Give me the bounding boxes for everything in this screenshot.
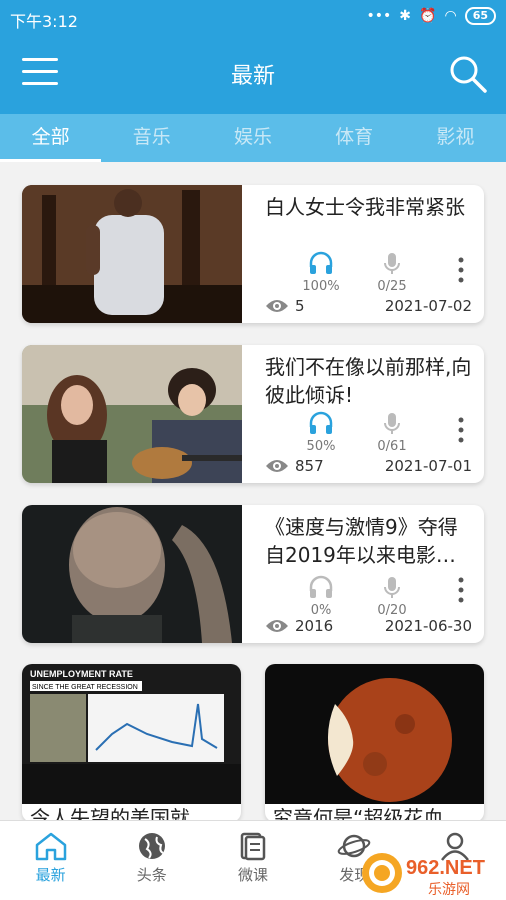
listen-progress: 50% (291, 411, 351, 454)
mic-count: 0/20 (377, 603, 407, 618)
more-options-icon[interactable] (458, 417, 464, 443)
card-date: 2021-06-30 (384, 617, 472, 635)
status-icons: ••• ✱ ⏰ ◠ 65 (367, 7, 496, 25)
nav-headlines[interactable]: 头条 (101, 821, 202, 900)
video-thumbnail[interactable] (22, 505, 242, 643)
more-options-icon[interactable] (458, 257, 464, 283)
category-tabs: 全部 音乐 娱乐 体育 影视 (0, 114, 506, 162)
mic-count: 0/25 (377, 279, 407, 294)
bluetooth-icon: ✱ (399, 8, 412, 24)
microphone-icon (384, 413, 400, 434)
eye-icon (266, 620, 288, 632)
svg-text:962.NET: 962.NET (406, 857, 485, 879)
alarm-icon: ⏰ (419, 8, 437, 24)
views-number: 2016 (295, 617, 334, 635)
status-time: 下午3:12 (10, 12, 78, 31)
more-options-icon[interactable] (458, 577, 464, 603)
listen-progress: 100% (291, 251, 351, 294)
microphone-icon (384, 577, 400, 598)
search-icon[interactable] (448, 54, 488, 94)
views-number: 857 (295, 457, 324, 475)
status-bar: 下午3:12 ••• ✱ ⏰ ◠ 65 (0, 0, 506, 36)
dots-icon: ••• (366, 8, 392, 24)
grid-card[interactable]: 究竟何是“超级花血 (265, 664, 484, 822)
card-title: 《速度与激情9》夺得自2019年以来电影… (265, 515, 458, 567)
card-date: 2021-07-01 (384, 457, 472, 475)
views-number: 5 (295, 297, 305, 315)
listen-percent: 100% (302, 279, 340, 294)
nav-label: 最新 (35, 866, 66, 884)
tab-movies[interactable]: 影视 (405, 114, 506, 162)
mic-count: 0/61 (377, 439, 407, 454)
globe-icon (138, 833, 165, 859)
view-count: 2016 (265, 617, 333, 635)
thumb-chart-caption: UNEMPLOYMENT RATE (30, 669, 133, 679)
view-count: 5 (265, 297, 305, 315)
listen-percent: 50% (306, 439, 336, 454)
eye-icon (266, 460, 288, 472)
grid-title: 令人失望的美国就 (30, 806, 190, 822)
grid-card[interactable]: UNEMPLOYMENT RATE SINCE THE GREAT RECESS… (22, 664, 241, 822)
home-icon (35, 832, 66, 861)
grid-thumbnail[interactable]: UNEMPLOYMENT RATE SINCE THE GREAT RECESS… (22, 664, 241, 804)
mic-progress: 0/61 (362, 411, 422, 454)
battery-icon: 65 (464, 7, 496, 25)
wifi-icon: ◠ (444, 8, 457, 24)
mic-progress: 0/20 (362, 575, 422, 618)
nav-microlesson[interactable]: 微课 (202, 821, 303, 900)
microphone-icon (384, 253, 400, 274)
nav-label: 头条 (136, 866, 167, 884)
video-thumbnail[interactable] (22, 185, 242, 323)
card-date: 2021-07-02 (384, 297, 472, 315)
tab-all[interactable]: 全部 (0, 114, 102, 162)
thumb-chart-subcaption: SINCE THE GREAT RECESSION (32, 684, 138, 691)
tab-sports[interactable]: 体育 (304, 114, 405, 162)
tab-entertainment[interactable]: 娱乐 (202, 114, 303, 162)
video-card[interactable]: 《速度与激情9》夺得自2019年以来电影… 0% 0/20 2016 2021-… (22, 505, 484, 643)
card-title: 白人女士令我非常紧张 (265, 195, 465, 219)
nav-latest[interactable]: 最新 (0, 821, 101, 900)
grid-title: 究竟何是“超级花血 (273, 806, 444, 822)
video-card[interactable]: 我们不在像以前那样,向彼此倾诉! 50% 0/61 857 2021-07-01 (22, 345, 484, 483)
video-thumbnail[interactable] (22, 345, 242, 483)
watermark-logo: 962.NET 乐游网 (362, 853, 485, 898)
headphones-icon (309, 575, 333, 598)
headphones-icon (309, 411, 333, 434)
listen-progress: 0% (291, 575, 351, 618)
nav-label: 微课 (238, 866, 269, 884)
eye-icon (266, 300, 288, 312)
tab-music[interactable]: 音乐 (101, 114, 202, 162)
svg-text:乐游网: 乐游网 (428, 882, 470, 898)
mic-progress: 0/25 (362, 251, 422, 294)
page-title: 最新 (230, 64, 275, 89)
headphones-icon (309, 251, 333, 274)
card-title: 我们不在像以前那样,向彼此倾诉! (265, 355, 472, 407)
video-card[interactable]: 白人女士令我非常紧张 100% 0/25 5 2021-07-02 (22, 185, 484, 323)
book-icon (240, 832, 266, 861)
view-count: 857 (265, 457, 324, 475)
listen-percent: 0% (310, 603, 332, 618)
grid-thumbnail[interactable] (265, 664, 484, 804)
app-bar: 最新 (0, 36, 506, 114)
